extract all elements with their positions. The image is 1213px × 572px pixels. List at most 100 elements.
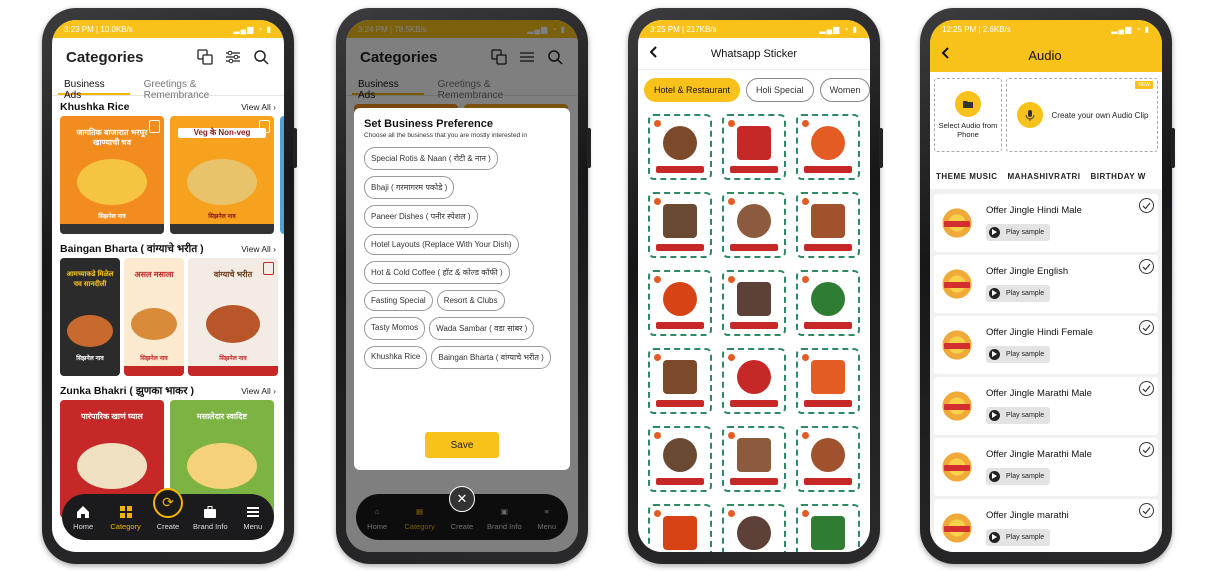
play-sample-button[interactable]: Play sample	[986, 528, 1051, 546]
preference-chip[interactable]: Bhaji ( गरमागरम पकोडे )	[364, 176, 455, 199]
check-icon[interactable]	[1139, 503, 1154, 518]
view-all-link[interactable]: View All ›	[241, 102, 276, 112]
nav-create[interactable]: ⟳ Create	[148, 487, 188, 531]
check-icon[interactable]	[1139, 442, 1154, 457]
filter-icon[interactable]	[224, 48, 242, 66]
sticker-label-strip	[730, 244, 778, 251]
sticker-tile[interactable]	[648, 270, 712, 336]
sticker-tile[interactable]	[796, 504, 860, 552]
check-icon[interactable]	[1139, 320, 1154, 335]
sticker-tile[interactable]	[722, 192, 786, 258]
nav-brand-info[interactable]: Brand Info	[190, 504, 230, 531]
create-icon[interactable]: ⟳	[152, 487, 183, 518]
preference-chip[interactable]: Hotel Layouts (Replace With Your Dish)	[364, 234, 519, 255]
audio-track-row[interactable]: Offer Jingle marathi Play sample	[934, 499, 1158, 552]
nav-menu[interactable]: Menu	[233, 504, 273, 531]
brand-badge-icon	[654, 354, 661, 361]
back-arrow-icon[interactable]	[648, 45, 660, 63]
ad-card[interactable]: आमच्याकडे मिळेल चव सानदीली सिझनेल नाव	[60, 258, 120, 376]
status-bar: 3:25 PM | 217KB/s ▂▄▆ ◔ ▮	[638, 20, 870, 38]
sticker-tile[interactable]	[648, 426, 712, 492]
sticker-tile[interactable]	[722, 270, 786, 336]
preference-chip[interactable]: Khushka Rice	[364, 346, 428, 369]
audio-category-tab[interactable]: THEME MUSIC	[936, 172, 998, 181]
nav-home[interactable]: Home	[63, 504, 103, 531]
food-image	[187, 443, 257, 490]
preference-chip[interactable]: Paneer Dishes ( पनीर स्पेशल )	[364, 205, 478, 228]
search-icon[interactable]	[252, 48, 270, 66]
sticker-tile[interactable]	[648, 504, 712, 552]
select-audio-button[interactable]: Select Audio from Phone	[934, 78, 1002, 152]
menu-icon	[245, 504, 261, 520]
audio-track-row[interactable]: Offer Jingle Marathi Male Play sample	[934, 438, 1158, 496]
audio-track-row[interactable]: Offer Jingle Hindi Male Play sample	[934, 194, 1158, 252]
track-info: Offer Jingle marathi Play sample	[986, 510, 1154, 546]
sticker-tile[interactable]	[722, 426, 786, 492]
check-icon[interactable]	[1139, 259, 1154, 274]
bookmark-icon[interactable]	[263, 262, 274, 275]
section-header: Baingan Bharta ( वांग्याचे भरीत ) View A…	[52, 238, 284, 258]
nav-label: Create	[156, 521, 180, 531]
volume-button	[293, 128, 297, 168]
sticker-tile[interactable]	[796, 270, 860, 336]
preference-chip[interactable]: Baingan Bharta ( वांग्याचे भरीत )	[431, 346, 551, 369]
save-button[interactable]: Save	[425, 432, 499, 458]
tab-women[interactable]: Women	[819, 78, 870, 102]
folder-icon	[955, 91, 981, 117]
ad-card[interactable]: Veg के Non-veg सिझनेल नाव	[170, 116, 274, 234]
sticker-label-strip	[730, 400, 778, 407]
preference-chip[interactable]: Resort & Clubs	[436, 290, 505, 311]
ad-card-footer: सिझनेल नाव	[208, 214, 236, 220]
back-arrow-icon[interactable]	[940, 46, 952, 64]
check-icon[interactable]	[1139, 381, 1154, 396]
category-icon	[118, 504, 134, 520]
sticker-tile[interactable]	[648, 192, 712, 258]
play-sample-button[interactable]: Play sample	[986, 406, 1051, 424]
create-audio-clip-button[interactable]: Create your own Audio Clip NEW	[1006, 78, 1158, 152]
translate-icon[interactable]	[196, 48, 214, 66]
tab-business-ads[interactable]: Business Ads	[58, 76, 130, 101]
check-icon[interactable]	[1139, 198, 1154, 213]
section-title: Zunka Bhakri ( झुणका भाकर )	[60, 385, 194, 397]
sticker-tile[interactable]	[722, 348, 786, 414]
track-title: Offer Jingle Marathi Male	[986, 449, 1092, 461]
preference-chip[interactable]: Wada Sambar ( वडा सांबर )	[429, 317, 535, 340]
sticker-tile[interactable]	[722, 504, 786, 552]
audio-track-row[interactable]: Offer Jingle English Play sample	[934, 255, 1158, 313]
ad-card[interactable]: असल मसाला सिझनेल नाव	[124, 258, 184, 376]
view-all-link[interactable]: View All ›	[241, 244, 276, 254]
audio-track-row[interactable]: Offer Jingle Hindi Female Play sample	[934, 316, 1158, 374]
sticker-tile[interactable]	[796, 426, 860, 492]
play-sample-button[interactable]: Play sample	[986, 345, 1051, 363]
close-icon[interactable]: ✕	[449, 486, 475, 512]
preference-chip[interactable]: Special Rotis & Naan ( रोटी & नान )	[364, 147, 498, 170]
sticker-tile[interactable]	[796, 192, 860, 258]
nav-category[interactable]: Category	[106, 504, 146, 531]
bookmark-icon[interactable]	[149, 120, 160, 133]
ad-card[interactable]: वांग्याचे भरीत सिझनेल नाव	[188, 258, 278, 376]
play-sample-button[interactable]: Play sample	[986, 223, 1051, 241]
sticker-tile[interactable]	[648, 348, 712, 414]
ad-card[interactable]: जागतिक बाजारात भरपूर खाण्याची चव सिझनेल …	[60, 116, 164, 234]
preference-chip[interactable]: Hot & Cold Coffee ( हॉट & कोल्ड कॉफी )	[364, 261, 510, 284]
audio-category-tab[interactable]: MAHASHIVRATRI	[1008, 172, 1081, 181]
bookmark-icon[interactable]	[259, 120, 270, 133]
preference-chip[interactable]: Tasty Momos	[364, 317, 426, 340]
ad-card[interactable]	[280, 116, 284, 234]
play-sample-button[interactable]: Play sample	[986, 284, 1051, 302]
view-all-link[interactable]: View All ›	[241, 386, 276, 396]
sticker-tile[interactable]	[796, 114, 860, 180]
audio-category-tab[interactable]: BIRTHDAY W	[1091, 172, 1146, 181]
preference-chips: Special Rotis & Naan ( रोटी & नान ) Bhaj…	[364, 147, 560, 369]
nav-label: Category	[110, 521, 141, 531]
sticker-label-strip	[730, 478, 778, 485]
preference-chip[interactable]: Fasting Special	[364, 290, 433, 311]
tab-holi-special[interactable]: Holi Special	[746, 78, 814, 102]
tab-hotel-restaurant[interactable]: Hotel & Restaurant	[644, 78, 741, 102]
audio-track-row[interactable]: Offer Jingle Marathi Male Play sample	[934, 377, 1158, 435]
sticker-tile[interactable]	[648, 114, 712, 180]
play-sample-button[interactable]: Play sample	[986, 467, 1051, 485]
sticker-tile[interactable]	[796, 348, 860, 414]
sticker-tile[interactable]	[722, 114, 786, 180]
tab-greetings[interactable]: Greetings & Remembrance	[138, 76, 270, 101]
